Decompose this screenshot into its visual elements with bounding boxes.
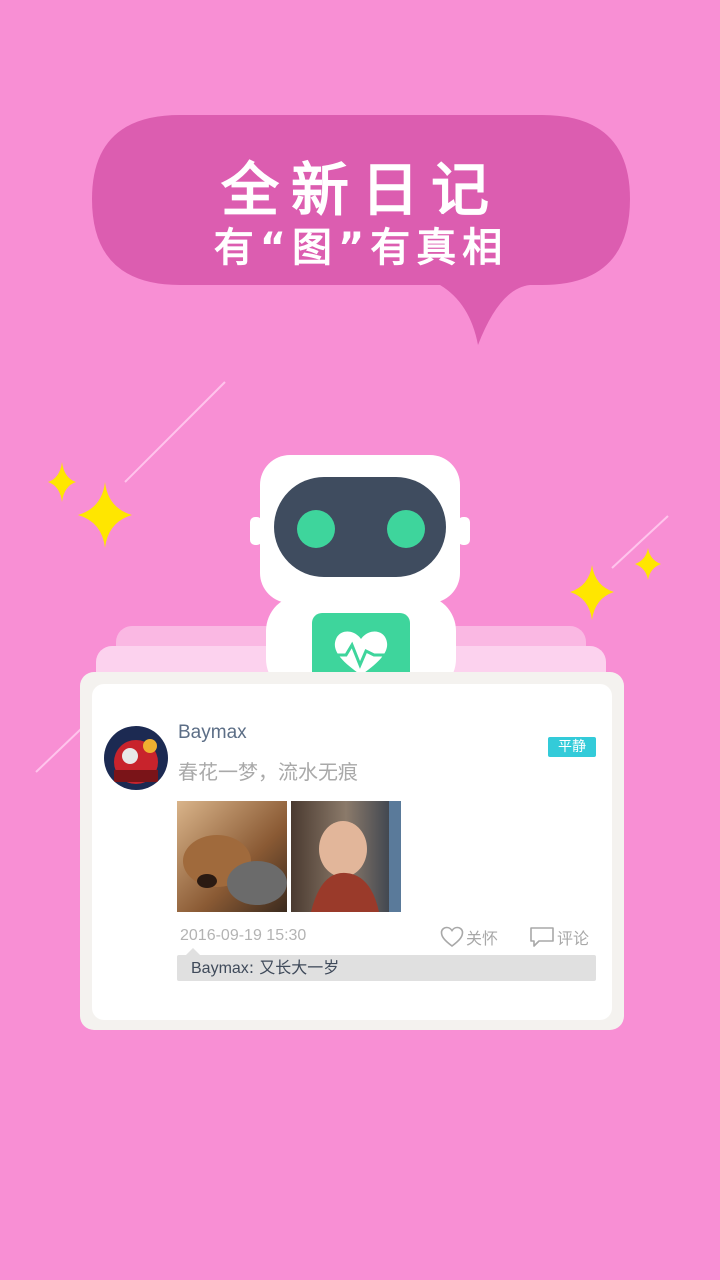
sparkle-icon (570, 565, 614, 620)
post-author[interactable]: Baymax (178, 722, 247, 744)
post-photo-child[interactable] (291, 801, 401, 912)
post-timestamp: 2016-09-19 15:30 (180, 927, 307, 944)
deco-line-right (611, 515, 669, 569)
robot-eye-right (387, 510, 425, 548)
sparkle-icon (635, 548, 661, 580)
heart-outline-icon (440, 926, 464, 948)
speech-bubble: 全新日记 有“图”有真相 (90, 113, 632, 345)
robot-mascot (250, 455, 470, 695)
comment-text: 又长大一岁 (259, 958, 340, 977)
comment-bubble-icon (530, 927, 554, 947)
deco-line-left (124, 381, 226, 483)
banner-subtitle: 有“图”有真相 (213, 225, 509, 271)
post-photo-dog[interactable] (177, 801, 287, 912)
post-text: 春花一梦，流水无痕 (178, 760, 358, 784)
avatar[interactable] (104, 726, 168, 790)
comment-label: 评论 (557, 929, 590, 948)
deco-line-bottom (35, 727, 83, 773)
sparkle-icon (48, 462, 76, 502)
care-button[interactable]: 关怀 (440, 925, 498, 949)
robot-eye-left (297, 510, 335, 548)
comment-item[interactable]: Baymax: 又长大一岁 (177, 955, 596, 981)
care-label: 关怀 (466, 929, 499, 948)
mood-badge: 平静 (548, 737, 596, 757)
comment-button[interactable]: 评论 (529, 925, 589, 949)
comment-author[interactable]: Baymax (191, 960, 249, 977)
comment-box-notch (186, 948, 200, 955)
sparkle-icon (78, 482, 132, 548)
comment-separator: : (248, 958, 260, 977)
